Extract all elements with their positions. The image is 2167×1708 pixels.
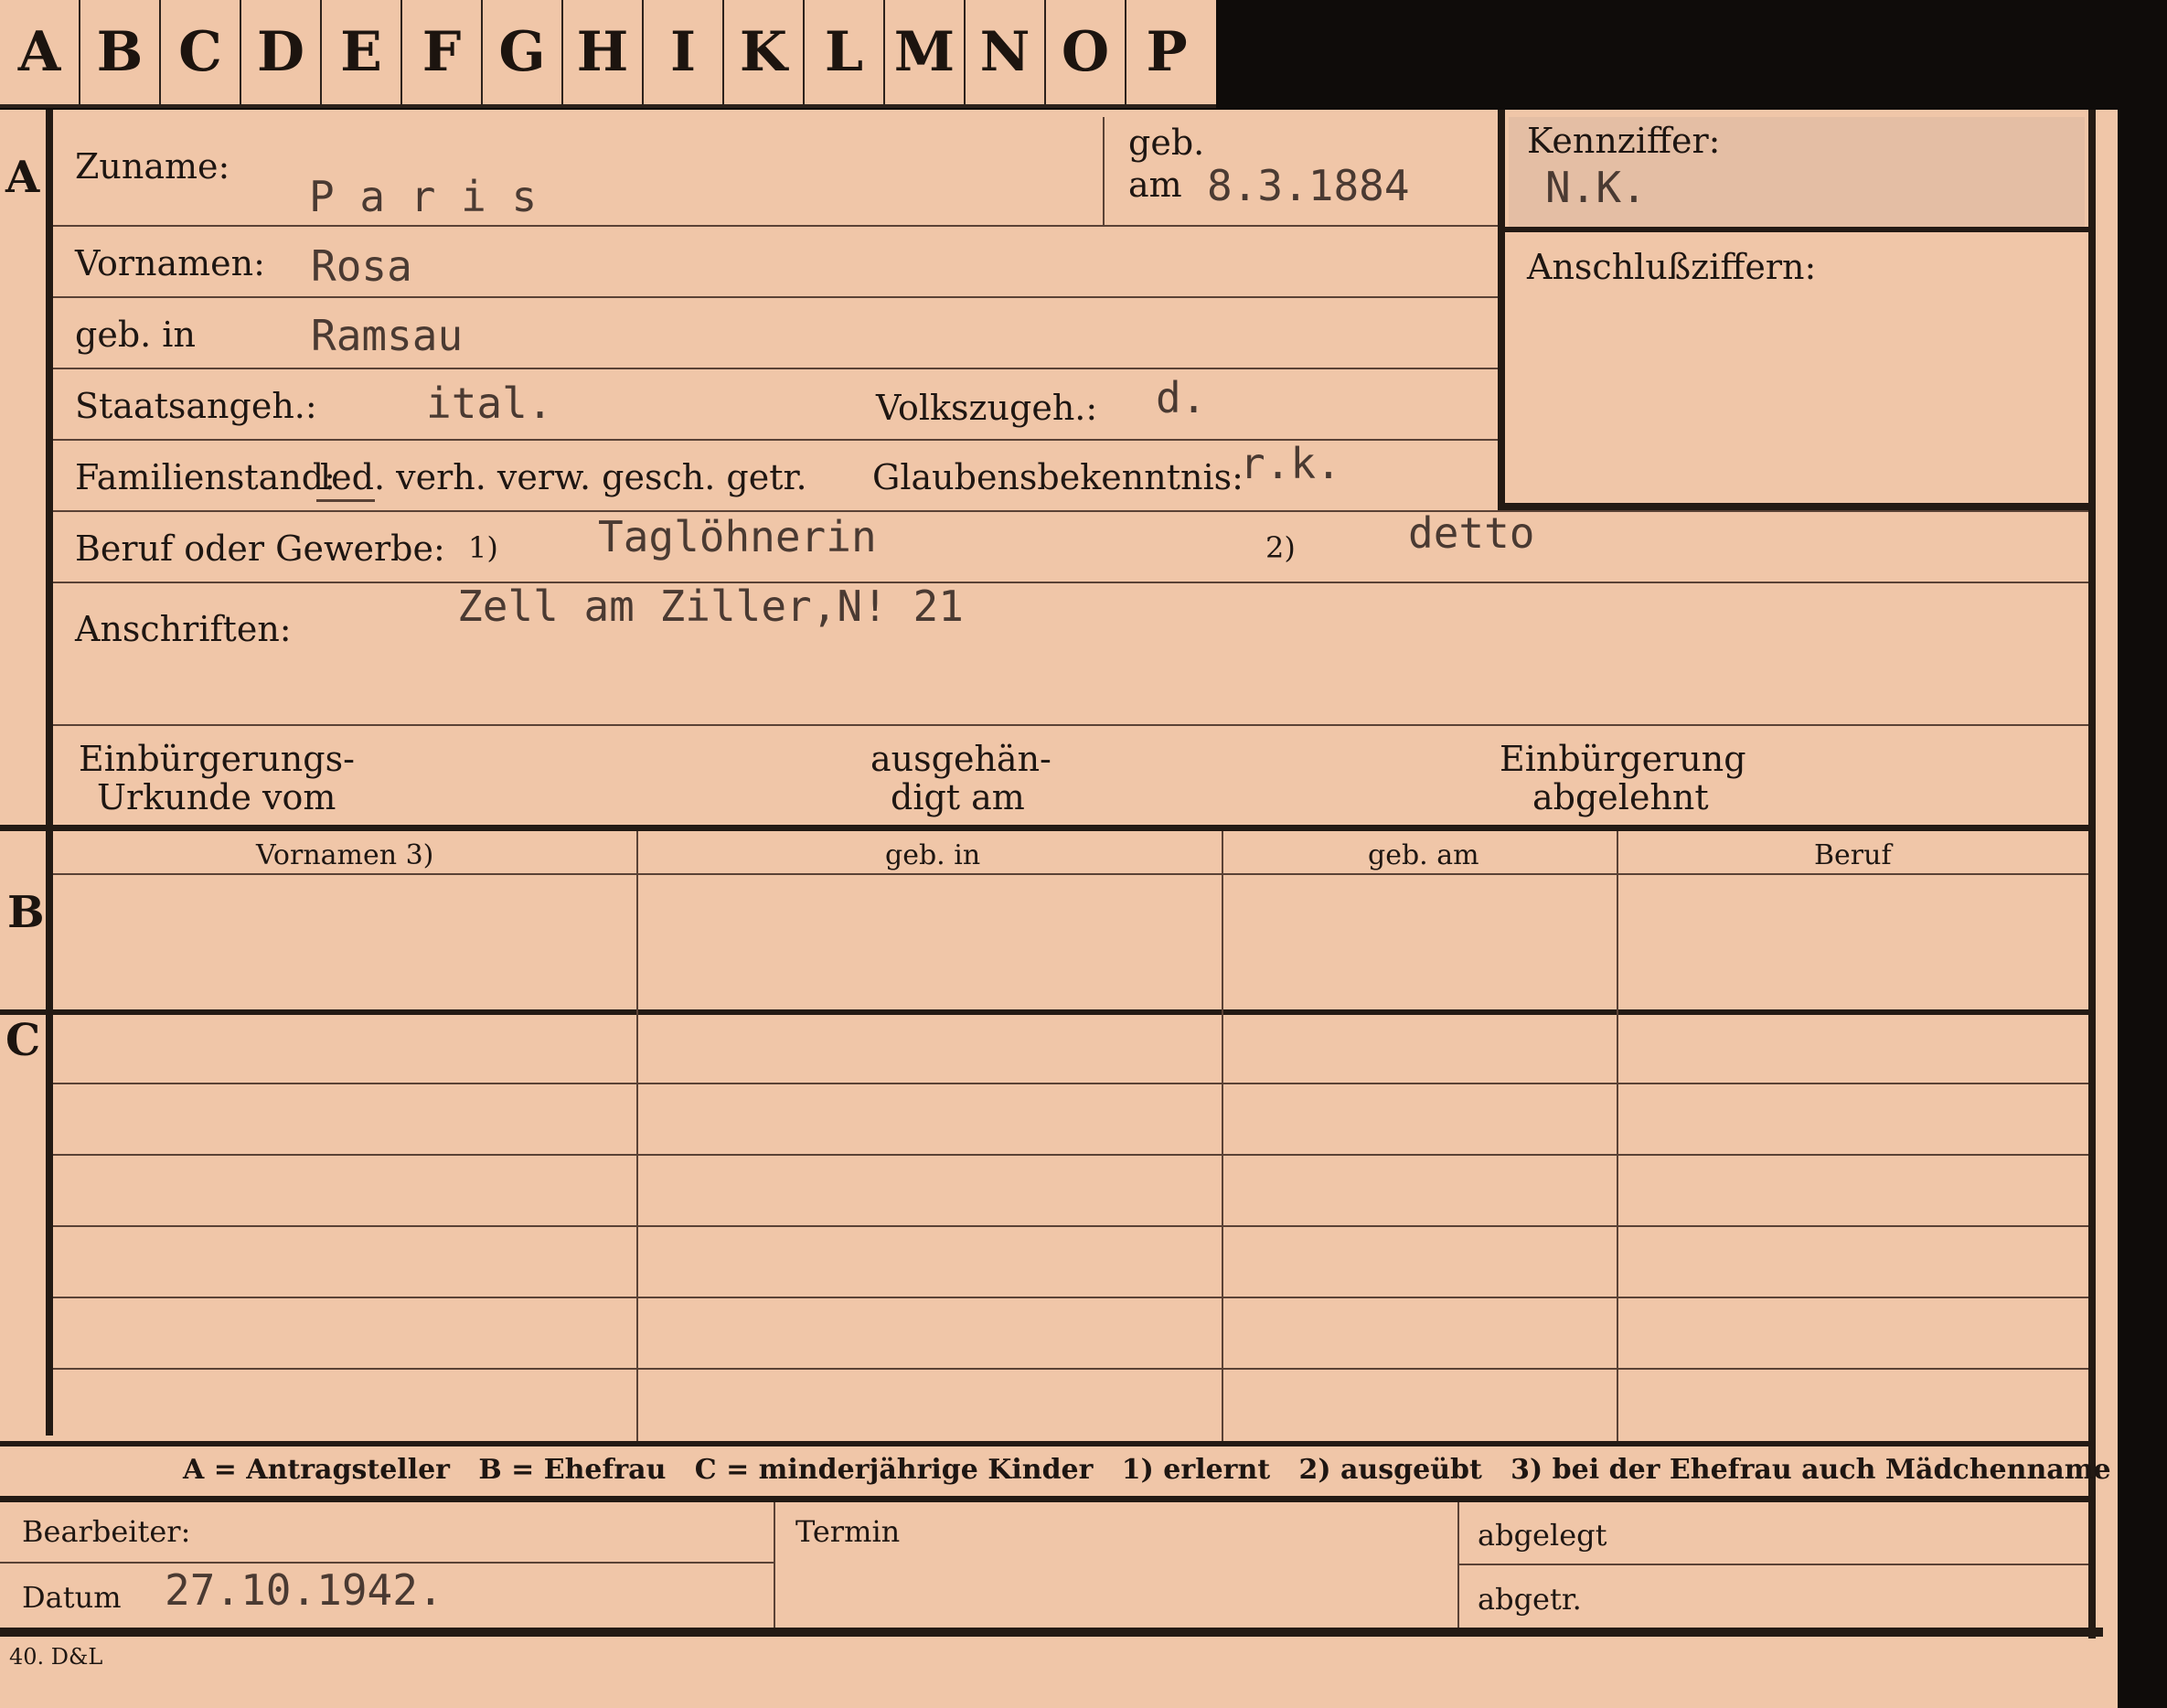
bearbeiter-label: Bearbeiter: — [22, 1514, 191, 1549]
kennziffer-value[interactable]: N.K. — [1545, 163, 1647, 212]
geb-label: geb. — [1128, 123, 1205, 163]
tab-d[interactable]: D — [241, 0, 322, 104]
rule — [53, 296, 1498, 298]
legend-bottom — [0, 1496, 2096, 1502]
beruf-note-1: 1) — [468, 530, 498, 565]
rule — [636, 831, 638, 1441]
rule — [53, 873, 2088, 875]
termin-label: Termin — [795, 1514, 901, 1549]
tab-f[interactable]: F — [402, 0, 483, 104]
geb-in-value[interactable]: Ramsau — [311, 311, 463, 360]
col-header-geb-am: geb. am — [1368, 839, 1479, 871]
staatsangeh-value[interactable]: ital. — [426, 379, 552, 428]
tab-g[interactable]: G — [483, 0, 563, 104]
einb-abgelehnt-line1: Einbürgerung — [1500, 739, 1746, 779]
vornamen-label: Vornamen: — [75, 243, 265, 283]
familienstand-options: led. verh. verw. gesch. getr. — [320, 457, 807, 497]
col-header-vornamen: Vornamen 3) — [256, 839, 434, 871]
datum-label: Datum — [22, 1580, 122, 1615]
beruf-note-2: 2) — [1265, 530, 1296, 565]
kennziffer-bottom-border — [1498, 503, 2096, 510]
rule — [53, 1083, 2088, 1084]
geb-in-label: geb. in — [75, 315, 196, 355]
rule — [1617, 831, 1618, 1441]
rule — [53, 1297, 2088, 1298]
rule — [53, 225, 1498, 227]
rule — [0, 1562, 774, 1564]
tab-m[interactable]: M — [885, 0, 966, 104]
right-border — [2088, 110, 2096, 1639]
glauben-label: Glaubensbekenntnis: — [872, 457, 1244, 497]
glauben-value[interactable]: r.k. — [1240, 439, 1341, 488]
footer-bottom — [0, 1628, 2103, 1637]
beruf-label: Beruf oder Gewerbe: — [75, 528, 445, 569]
rule — [53, 1368, 2088, 1370]
tab-o[interactable]: O — [1046, 0, 1126, 104]
einb-urkunde-line1: Einbürgerungs- — [79, 739, 355, 779]
ausgeh-line2: digt am — [891, 777, 1025, 817]
rule — [53, 724, 2088, 726]
section-a-bottom — [0, 825, 2096, 831]
beruf-2-value[interactable]: detto — [1408, 508, 1534, 558]
section-b-label: B — [7, 887, 45, 938]
tab-b[interactable]: B — [80, 0, 161, 104]
alphabet-tab-row: A B C D E F G H I K L M N O P — [0, 0, 1216, 108]
kennziffer-divider — [1505, 227, 2090, 232]
am-label: am — [1128, 165, 1182, 205]
tab-c[interactable]: C — [161, 0, 241, 104]
anschriften-value[interactable]: Zell am Ziller,N! 21 — [457, 582, 964, 631]
tab-a[interactable]: A — [0, 0, 80, 104]
abgetr-label: abgetr. — [1478, 1582, 1582, 1617]
rule — [1222, 831, 1223, 1441]
legend-text: A = Antragsteller B = Ehefrau C = minder… — [183, 1454, 2111, 1486]
volkszugeh-value[interactable]: d. — [1156, 373, 1206, 422]
rule — [1103, 117, 1105, 225]
volkszugeh-label: Volkszugeh.: — [876, 388, 1098, 428]
staatsangeh-label: Staatsangeh.: — [75, 386, 317, 426]
section-a-label: A — [5, 152, 40, 203]
zuname-label: Zuname: — [75, 146, 230, 187]
rule — [53, 510, 2088, 512]
kennziffer-left-border — [1498, 110, 1505, 512]
tab-i[interactable]: I — [644, 0, 724, 104]
abgelegt-label: abgelegt — [1478, 1518, 1607, 1553]
section-c-label: C — [5, 1015, 41, 1066]
tab-p[interactable]: P — [1126, 0, 1207, 104]
tab-l[interactable]: L — [805, 0, 885, 104]
rule — [53, 1225, 2088, 1227]
rule — [53, 1154, 2088, 1156]
rule — [53, 582, 2088, 583]
col-header-geb-in: geb. in — [885, 839, 981, 871]
einb-urkunde-line2: Urkunde vom — [97, 777, 336, 817]
tab-h[interactable]: H — [563, 0, 644, 104]
kennziffer-label: Kennziffer: — [1527, 121, 1721, 161]
geb-am-value[interactable]: 8.3.1884 — [1207, 161, 1410, 210]
tab-e[interactable]: E — [322, 0, 402, 104]
beruf-1-value[interactable]: Taglöhnerin — [598, 512, 877, 561]
einb-abgelehnt-line2: abgelehnt — [1532, 777, 1709, 817]
col-header-beruf: Beruf — [1814, 839, 1892, 871]
legend-top — [0, 1441, 2096, 1446]
familienstand-label: Familienstand: — [75, 457, 336, 497]
tab-k[interactable]: K — [724, 0, 805, 104]
left-border — [46, 110, 53, 1436]
rule — [1457, 1564, 2088, 1565]
ausgeh-line1: ausgehän- — [870, 739, 1051, 779]
section-b-bottom — [0, 1009, 2096, 1015]
rule — [53, 368, 1498, 369]
zuname-value[interactable]: P a r i s — [309, 172, 537, 221]
tab-n[interactable]: N — [966, 0, 1046, 104]
vornamen-value[interactable]: Rosa — [311, 241, 412, 291]
print-code: 40. D&L — [9, 1644, 103, 1670]
anschluss-label: Anschlußziffern: — [1527, 247, 1817, 287]
rule — [774, 1502, 775, 1628]
led-underline — [316, 499, 375, 502]
anschriften-label: Anschriften: — [75, 609, 292, 649]
datum-value[interactable]: 27.10.1942. — [165, 1565, 443, 1615]
